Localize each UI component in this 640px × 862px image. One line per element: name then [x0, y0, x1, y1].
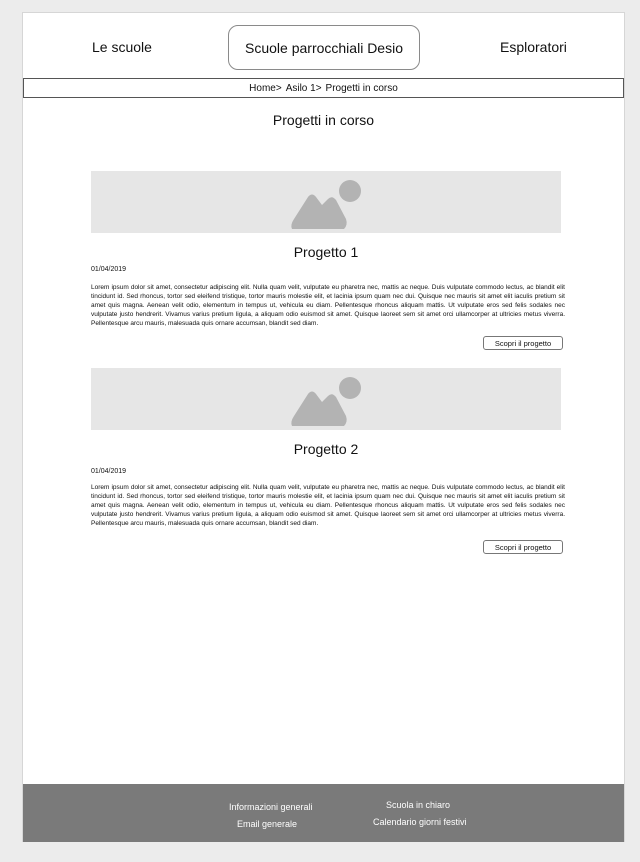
- footer: Informazioni generali Email generale Scu…: [23, 784, 624, 842]
- project-title: Progetto 2: [293, 441, 359, 457]
- footer-link-calendario[interactable]: Calendario giorni festivi: [373, 817, 467, 827]
- breadcrumb-current: Progetti in corso: [325, 82, 398, 94]
- project-description: Lorem ipsum dolor sit amet, consectetur …: [91, 484, 565, 527]
- project-date: 01/04/2019: [91, 266, 127, 273]
- nav-link-esploratori[interactable]: Esploratori: [500, 39, 567, 55]
- breadcrumb-home[interactable]: Home>: [249, 83, 282, 94]
- project-card: Progetto 2 01/04/2019 Lorem ipsum dolor …: [91, 368, 565, 558]
- project-image: [91, 368, 561, 430]
- image-placeholder-icon: [291, 180, 361, 229]
- project-card: Progetto 1 01/04/2019 Lorem ipsum dolor …: [91, 171, 565, 353]
- site-title-button[interactable]: Scuole parrocchiali Desio: [228, 25, 420, 70]
- page: Le scuole Scuole parrocchiali Desio Espl…: [22, 12, 625, 842]
- nav-link-le-scuole[interactable]: Le scuole: [92, 39, 152, 55]
- breadcrumb-asilo[interactable]: Asilo 1>: [286, 83, 322, 94]
- image-placeholder-icon: [291, 377, 361, 426]
- footer-link-info[interactable]: Informazioni generali: [229, 802, 313, 812]
- discover-project-button[interactable]: Scopri il progetto: [483, 540, 563, 554]
- discover-project-button[interactable]: Scopri il progetto: [483, 336, 563, 350]
- page-title: Progetti in corso: [272, 112, 375, 128]
- project-date: 01/04/2019: [91, 468, 127, 475]
- project-description: Lorem ipsum dolor sit amet, consectetur …: [91, 284, 565, 327]
- project-title: Progetto 1: [293, 244, 359, 260]
- footer-link-scuola-in-chiaro[interactable]: Scuola in chiaro: [386, 800, 450, 810]
- breadcrumb: Home> Asilo 1> Progetti in corso: [23, 78, 624, 98]
- project-image: [91, 171, 561, 233]
- footer-link-email[interactable]: Email generale: [237, 819, 297, 829]
